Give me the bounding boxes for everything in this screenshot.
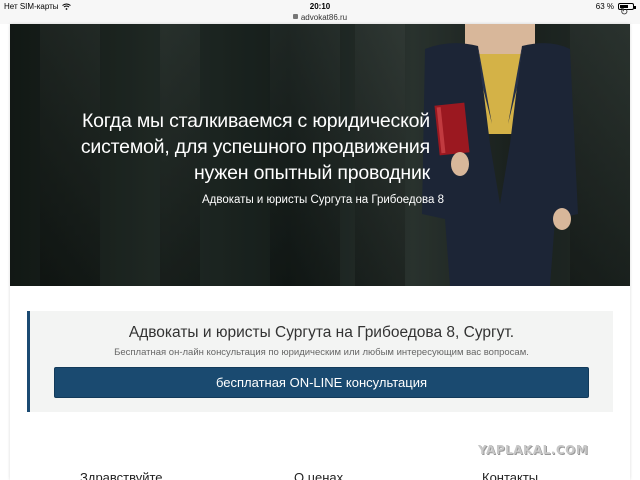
lock-icon <box>292 14 298 20</box>
lawyer-photo <box>422 24 578 286</box>
hero-banner: Когда мы сталкиваемся с юридической сист… <box>10 24 630 286</box>
nav-link-contacts[interactable]: Контакты <box>482 470 538 480</box>
watermark-logo: YAPLAKAL.COM <box>478 443 589 457</box>
refresh-icon[interactable]: ↻ <box>620 8 630 18</box>
hero-title-line: нужен опытный проводник <box>193 162 430 184</box>
hero-title-line: Когда мы сталкиваемся с юридической <box>81 110 430 132</box>
consultation-panel: Адвокаты и юристы Сургута на Грибоедова … <box>27 311 613 412</box>
bottom-nav: Здравствуйте О ценах Контакты <box>0 470 640 480</box>
status-time: 20:10 <box>309 2 331 11</box>
online-consultation-button[interactable]: бесплатная ON-LINE консультация <box>54 367 589 398</box>
panel-title: Адвокаты и юристы Сургута на Грибоедова … <box>128 324 515 341</box>
hero-subtitle: Адвокаты и юристы Сургута на Грибоедова … <box>202 194 444 206</box>
nav-link-hello[interactable]: Здравствуйте <box>80 470 163 480</box>
hero-title-line: системой, для успешного продвижения <box>80 136 430 158</box>
panel-subtitle: Бесплатная он-лайн консультация по юриди… <box>114 347 529 358</box>
status-bar: Нет SIM-карты 20:10 63 % advokat86.ru ↻ <box>0 0 640 24</box>
nav-link-prices[interactable]: О ценах <box>294 470 343 480</box>
page-container: Когда мы сталкиваемся с юридической сист… <box>10 24 630 480</box>
url-text: advokat86.ru <box>300 13 348 22</box>
battery-percent: 63 % <box>595 2 614 11</box>
address-bar[interactable]: advokat86.ru <box>0 13 640 22</box>
hero-title: Когда мы сталкиваемся с юридической сист… <box>10 108 430 186</box>
